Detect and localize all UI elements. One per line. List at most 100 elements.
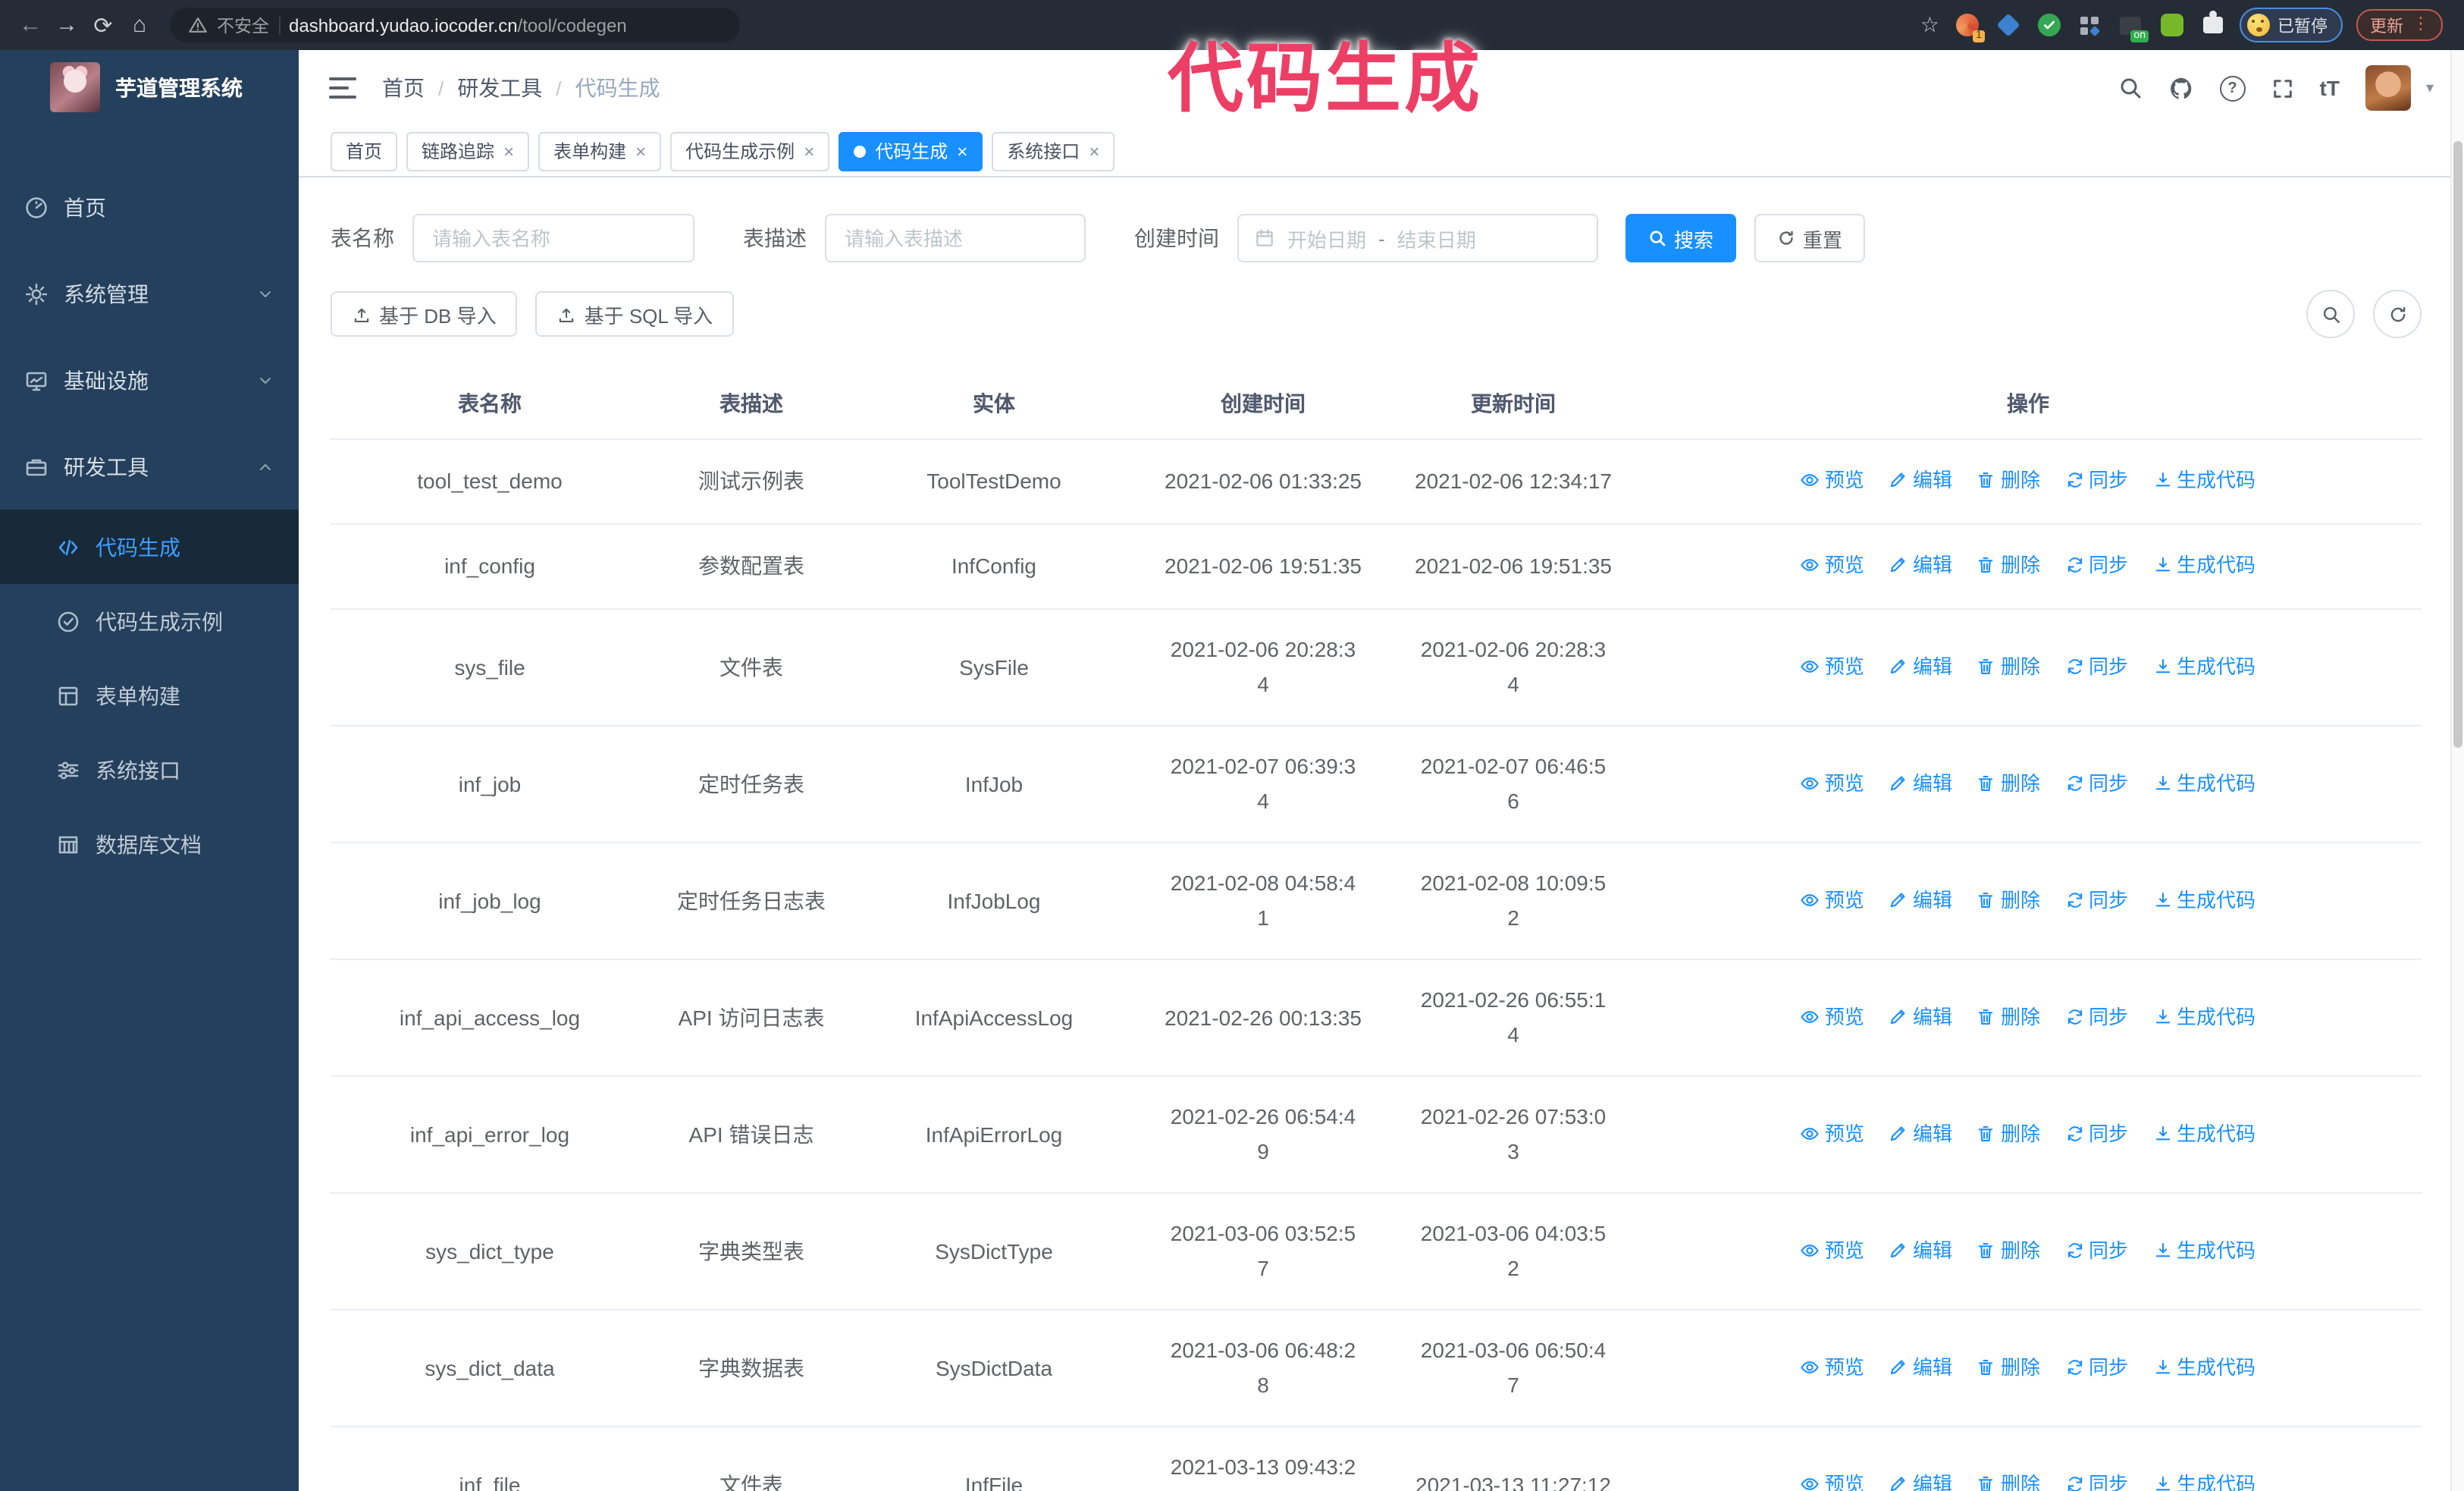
app-logo-row[interactable]: 芋道管理系统 <box>0 50 299 124</box>
generate-code-link[interactable]: 生成代码 <box>2152 648 2256 683</box>
sidebar-item-home[interactable]: 首页 <box>0 164 299 250</box>
chrome-update-button[interactable]: 更新 ⋮ <box>2356 9 2443 41</box>
close-icon[interactable]: × <box>1089 142 1099 160</box>
search-icon[interactable] <box>2118 76 2143 100</box>
user-avatar[interactable] <box>2365 65 2411 111</box>
preview-link[interactable]: 预览 <box>1801 1349 1864 1384</box>
table-name-input[interactable] <box>412 214 694 262</box>
edit-link[interactable]: 编辑 <box>1889 999 1952 1034</box>
tab-trace[interactable]: 链路追踪 × <box>406 131 530 171</box>
search-button[interactable]: 搜索 <box>1625 214 1737 262</box>
browser-home-icon[interactable]: ⌂ <box>121 7 158 43</box>
sync-link[interactable]: 同步 <box>2064 648 2128 683</box>
sidebar-item-codegen-example[interactable]: 代码生成示例 <box>0 584 299 658</box>
sync-link[interactable]: 同步 <box>2064 999 2128 1034</box>
toggle-search-icon[interactable] <box>2306 290 2355 338</box>
sidebar-item-system-api[interactable]: 系统接口 <box>0 733 299 807</box>
refresh-icon[interactable] <box>2373 290 2422 338</box>
fullscreen-icon[interactable] <box>2271 77 2294 99</box>
preview-link[interactable]: 预览 <box>1801 548 1864 582</box>
edit-link[interactable]: 编辑 <box>1889 1116 1952 1150</box>
sidebar-item-db-doc[interactable]: 数据库文档 <box>0 807 299 881</box>
delete-link[interactable]: 删除 <box>1977 1232 2040 1267</box>
generate-code-link[interactable]: 生成代码 <box>2152 1116 2256 1150</box>
edit-link[interactable]: 编辑 <box>1889 648 1952 683</box>
page-scrollbar[interactable] <box>2450 50 2464 1491</box>
import-db-button[interactable]: 基于 DB 导入 <box>331 291 518 337</box>
browser-back-icon[interactable]: ← <box>12 7 49 43</box>
close-icon[interactable]: × <box>804 142 814 160</box>
edit-link[interactable]: 编辑 <box>1889 765 1952 800</box>
profile-paused-badge[interactable]: 已暂停 <box>2240 8 2343 42</box>
edit-link[interactable]: 编辑 <box>1889 882 1952 917</box>
browser-reload-icon[interactable]: ⟳ <box>85 7 121 43</box>
date-range-picker[interactable]: 开始日期 - 结束日期 <box>1237 214 1598 262</box>
tab-codegen[interactable]: 代码生成 × <box>839 131 983 171</box>
close-icon[interactable]: × <box>503 142 514 160</box>
delete-link[interactable]: 删除 <box>1977 1116 2040 1150</box>
preview-link[interactable]: 预览 <box>1801 1466 1864 1491</box>
delete-link[interactable]: 删除 <box>1977 648 2040 683</box>
generate-code-link[interactable]: 生成代码 <box>2152 463 2256 498</box>
table-desc-input[interactable] <box>825 214 1086 262</box>
delete-link[interactable]: 删除 <box>1977 1466 2040 1491</box>
extension-puzzle-icon[interactable] <box>2199 11 2226 39</box>
extension-fehelper-icon[interactable]: 1 <box>1953 11 1985 42</box>
delete-link[interactable]: 删除 <box>1977 999 2040 1034</box>
import-sql-button[interactable]: 基于 SQL 导入 <box>535 291 735 337</box>
sidebar-item-codegen[interactable]: 代码生成 <box>0 510 299 584</box>
preview-link[interactable]: 预览 <box>1801 765 1864 800</box>
sync-link[interactable]: 同步 <box>2064 1232 2128 1267</box>
delete-link[interactable]: 删除 <box>1977 765 2040 800</box>
preview-link[interactable]: 预览 <box>1801 1232 1864 1267</box>
extension-grid-icon[interactable] <box>2076 11 2103 39</box>
browser-forward-icon[interactable]: → <box>49 7 85 43</box>
extension-robot-icon[interactable] <box>2158 11 2185 39</box>
generate-code-link[interactable]: 生成代码 <box>2152 999 2256 1034</box>
hamburger-icon[interactable] <box>329 77 356 99</box>
reset-button[interactable]: 重置 <box>1754 214 1866 262</box>
generate-code-link[interactable]: 生成代码 <box>2152 1349 2256 1384</box>
generate-code-link[interactable]: 生成代码 <box>2152 548 2256 582</box>
delete-link[interactable]: 删除 <box>1977 882 2040 917</box>
extension-on-icon[interactable]: on <box>2117 11 2149 42</box>
sync-link[interactable]: 同步 <box>2064 1466 2128 1491</box>
edit-link[interactable]: 编辑 <box>1889 1349 1952 1384</box>
breadcrumb-devtools[interactable]: 研发工具 <box>457 73 542 103</box>
sync-link[interactable]: 同步 <box>2064 463 2128 498</box>
generate-code-link[interactable]: 生成代码 <box>2152 765 2256 800</box>
sidebar-item-infra[interactable]: 基础设施 <box>0 337 299 423</box>
scrollbar-thumb[interactable] <box>2453 141 2462 748</box>
github-icon[interactable] <box>2168 75 2194 101</box>
tab-home[interactable]: 首页 <box>331 131 398 171</box>
preview-link[interactable]: 预览 <box>1801 1116 1864 1150</box>
sidebar-item-devtools[interactable]: 研发工具 <box>0 423 299 510</box>
delete-link[interactable]: 删除 <box>1977 463 2040 498</box>
extension-check-icon[interactable] <box>2035 11 2062 39</box>
close-icon[interactable]: × <box>635 142 646 160</box>
kebab-menu-icon[interactable]: ⋮ <box>2412 16 2429 33</box>
tab-form-builder[interactable]: 表单构建 × <box>538 131 662 171</box>
preview-link[interactable]: 预览 <box>1801 463 1864 498</box>
preview-link[interactable]: 预览 <box>1801 882 1864 917</box>
generate-code-link[interactable]: 生成代码 <box>2152 1232 2256 1267</box>
sync-link[interactable]: 同步 <box>2064 765 2128 800</box>
address-bar[interactable]: 不安全 dashboard.yudao.iocoder.cn/tool/code… <box>170 8 740 42</box>
delete-link[interactable]: 删除 <box>1977 548 2040 582</box>
edit-link[interactable]: 编辑 <box>1889 548 1952 582</box>
sidebar-item-form-builder[interactable]: 表单构建 <box>0 658 299 733</box>
breadcrumb-home[interactable]: 首页 <box>382 73 425 103</box>
tab-codegen-example[interactable]: 代码生成示例 × <box>670 131 830 171</box>
sync-link[interactable]: 同步 <box>2064 548 2128 582</box>
sync-link[interactable]: 同步 <box>2064 882 2128 917</box>
generate-code-link[interactable]: 生成代码 <box>2152 882 2256 917</box>
close-icon[interactable]: × <box>957 142 967 160</box>
delete-link[interactable]: 删除 <box>1977 1349 2040 1384</box>
font-size-icon[interactable]: tT <box>2320 76 2340 100</box>
generate-code-link[interactable]: 生成代码 <box>2152 1466 2256 1491</box>
sync-link[interactable]: 同步 <box>2064 1349 2128 1384</box>
preview-link[interactable]: 预览 <box>1801 648 1864 683</box>
avatar-caret-icon[interactable]: ▾ <box>2426 80 2434 96</box>
tab-system-api[interactable]: 系统接口 × <box>992 131 1115 171</box>
extension-gem-icon[interactable] <box>1994 11 2021 39</box>
